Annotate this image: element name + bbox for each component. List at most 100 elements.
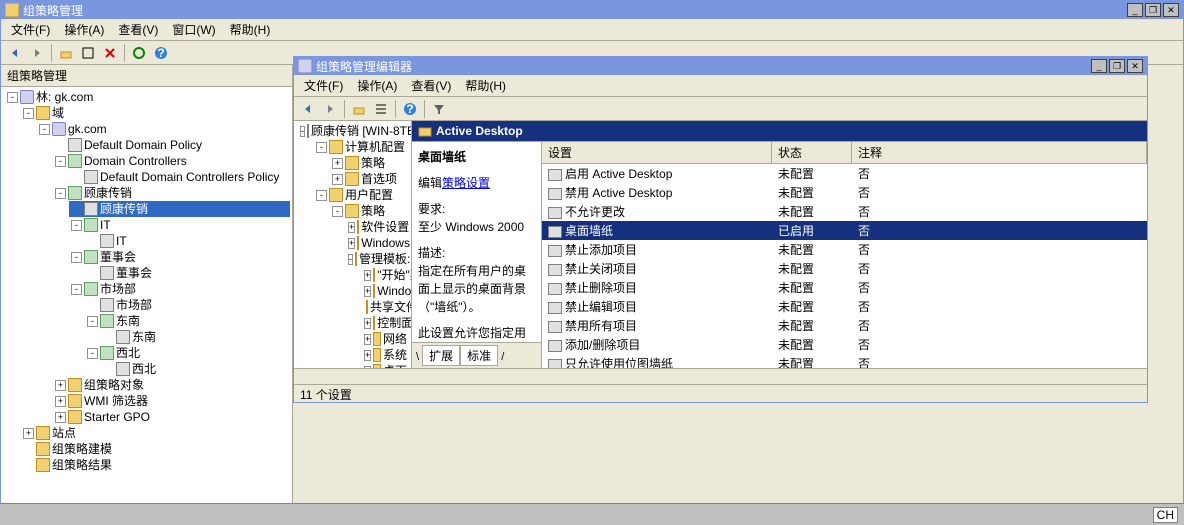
editor-maximize-button[interactable]: ❐ (1109, 59, 1125, 73)
maximize-button[interactable]: ❐ (1145, 3, 1161, 17)
editor-up-button[interactable] (349, 99, 369, 119)
col-setting[interactable]: 设置 (542, 142, 772, 163)
app-icon (5, 3, 19, 17)
help-button[interactable]: ? (151, 43, 171, 63)
editor-menu-action[interactable]: 操作(A) (351, 75, 403, 96)
tree-xb2[interactable]: 西北 (101, 361, 290, 377)
tree-modeling[interactable]: 组策略建模 (21, 441, 290, 457)
menu-view[interactable]: 查看(V) (112, 19, 164, 40)
list-row[interactable]: 只允许使用位图墙纸未配置否 (542, 354, 1147, 368)
editor-help-button[interactable]: ? (400, 99, 420, 119)
editor-menu-help[interactable]: 帮助(H) (459, 75, 512, 96)
tree-gkcx[interactable]: -顾康传销 (53, 185, 290, 201)
tree-starter[interactable]: +Starter GPO (53, 409, 290, 425)
tree-gkcx-gpo[interactable]: 顾康传销 (69, 201, 290, 217)
editor-back-button[interactable] (298, 99, 318, 119)
et-root[interactable]: -顾康传销 [WIN-8TB76J0 (298, 123, 409, 139)
tab-extended[interactable]: 扩展 (422, 345, 460, 366)
tree-dn[interactable]: -东南 (85, 313, 290, 329)
et-sys[interactable]: +系统 (362, 347, 409, 363)
editor-tree[interactable]: -顾康传销 [WIN-8TB76J0 -计算机配置 +策略 +首选项 -用户配置 (294, 121, 411, 368)
menu-help[interactable]: 帮助(H) (224, 19, 277, 40)
list-row[interactable]: 禁止添加项目未配置否 (542, 240, 1147, 259)
minimize-button[interactable]: _ (1127, 3, 1143, 17)
tree-domain[interactable]: -gk.com (37, 121, 290, 137)
tree-sites[interactable]: +站点 (21, 425, 290, 441)
editor-forward-button[interactable] (320, 99, 340, 119)
tree-dc[interactable]: -Domain Controllers (53, 153, 290, 169)
menu-window[interactable]: 窗口(W) (166, 19, 221, 40)
up-button[interactable] (56, 43, 76, 63)
et-user-policy[interactable]: -策略 (330, 203, 409, 219)
col-status[interactable]: 状态 (772, 142, 852, 163)
forward-button[interactable] (27, 43, 47, 63)
col-note[interactable]: 注释 (852, 142, 1147, 163)
tree-domains[interactable]: -域 (21, 105, 290, 121)
desc-2: 此设置允许您指定用户桌面上的墙纸并防止用户更改图像或其显示方式。您指定的墙纸可以… (418, 324, 535, 342)
desc-tabs: \ 扩展标准 / (412, 342, 541, 368)
tree-results[interactable]: 组策略结果 (21, 457, 290, 473)
tree-scb2[interactable]: 市场部 (85, 297, 290, 313)
edit-policy-link[interactable]: 策略设置 (442, 176, 490, 190)
et-cpanel[interactable]: +控制面板 (362, 315, 409, 331)
et-wcomp[interactable]: +Windows 组件 (362, 283, 409, 299)
et-share[interactable]: 共享文件夹 (362, 299, 409, 315)
list-row[interactable]: 禁止编辑项目未配置否 (542, 297, 1147, 316)
et-comp[interactable]: -计算机配置 (314, 139, 409, 155)
editor-list-button[interactable] (371, 99, 391, 119)
et-user[interactable]: -用户配置 (314, 187, 409, 203)
tree-dsh2[interactable]: 董事会 (85, 265, 290, 281)
back-button[interactable] (5, 43, 25, 63)
tree-dsh[interactable]: -董事会 (69, 249, 290, 265)
desc-1: 指定在所有用户的桌面上显示的桌面背景（"墙纸"）。 (418, 262, 535, 316)
list-row[interactable]: 禁用所有项目未配置否 (542, 316, 1147, 335)
et-start[interactable]: +"开始"菜单 (362, 267, 409, 283)
list-row[interactable]: 禁用 Active Desktop未配置否 (542, 183, 1147, 202)
editor-filter-button[interactable] (429, 99, 449, 119)
tree-scb[interactable]: -市场部 (69, 281, 290, 297)
tree-dn2[interactable]: 东南 (101, 329, 290, 345)
et-sw[interactable]: +软件设置 (346, 219, 409, 235)
close-button[interactable]: ✕ (1163, 3, 1179, 17)
main-titlebar: 组策略管理 _ ❐ ✕ (1, 1, 1183, 19)
editor-menu-view[interactable]: 查看(V) (405, 75, 457, 96)
tree-forest[interactable]: -林: gk.com (5, 89, 290, 105)
editor-scrollbar-h[interactable] (294, 368, 1147, 384)
list-row[interactable]: 启用 Active Desktop未配置否 (542, 164, 1147, 183)
editor-title: 组策略管理编辑器 (316, 58, 412, 75)
req-label: 要求: (418, 200, 535, 218)
menu-file[interactable]: 文件(F) (5, 19, 56, 40)
editor-menu-file[interactable]: 文件(F) (298, 75, 349, 96)
menu-action[interactable]: 操作(A) (58, 19, 110, 40)
editor-close-button[interactable]: ✕ (1127, 59, 1143, 73)
editor-minimize-button[interactable]: _ (1091, 59, 1107, 73)
ime-indicator[interactable]: CH (1153, 507, 1178, 523)
tree-wmi[interactable]: +WMI 筛选器 (53, 393, 290, 409)
delete-button[interactable] (100, 43, 120, 63)
setting-icon (548, 169, 562, 181)
list-row[interactable]: 禁止删除项目未配置否 (542, 278, 1147, 297)
svg-text:?: ? (406, 102, 413, 116)
list-row[interactable]: 不允许更改未配置否 (542, 202, 1147, 221)
tree-ddcp[interactable]: Default Domain Controllers Policy (69, 169, 290, 185)
list-row[interactable]: 禁止关闭项目未配置否 (542, 259, 1147, 278)
editor-statusbar: 11 个设置 (294, 384, 1147, 402)
et-net[interactable]: +网络 (362, 331, 409, 347)
tree-it2[interactable]: IT (85, 233, 290, 249)
refresh-button[interactable] (129, 43, 149, 63)
et-admt[interactable]: -管理模板: 从本 (346, 251, 409, 267)
list-row[interactable]: 桌面墙纸已启用否 (542, 221, 1147, 240)
list-row[interactable]: 添加/删除项目未配置否 (542, 335, 1147, 354)
tab-standard[interactable]: 标准 (460, 345, 498, 366)
tree-gpo-obj[interactable]: +组策略对象 (53, 377, 290, 393)
show-button[interactable] (78, 43, 98, 63)
et-comp-policy[interactable]: +策略 (330, 155, 409, 171)
tree-it[interactable]: -IT (69, 217, 290, 233)
tree-ddp[interactable]: Default Domain Policy (53, 137, 290, 153)
et-win[interactable]: +Windows 设置 (346, 235, 409, 251)
svg-text:?: ? (157, 46, 164, 60)
taskbar: CH (0, 503, 1184, 525)
et-comp-pref[interactable]: +首选项 (330, 171, 409, 187)
domain-tree[interactable]: -林: gk.com -域 -gk.com Default Domain Pol… (1, 87, 292, 524)
tree-xb[interactable]: -西北 (85, 345, 290, 361)
